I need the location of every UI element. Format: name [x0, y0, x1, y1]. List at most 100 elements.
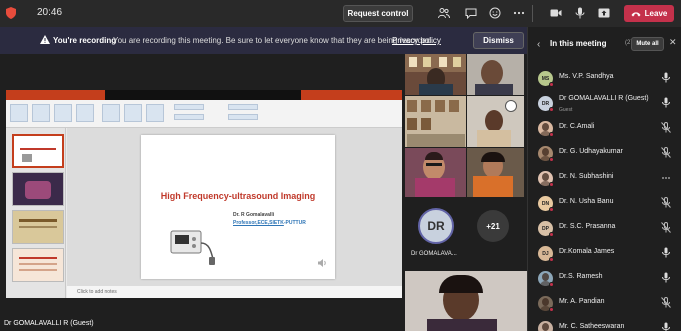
avatar-photo — [542, 273, 549, 281]
slide-thumbnail — [12, 248, 64, 282]
ribbon-button — [32, 104, 50, 122]
participant-row[interactable]: DP Dr. S.C. Prasanna — [528, 215, 681, 240]
participants-panel: ‹ In this meeting (27) Mute all ✕ MS Ms. … — [527, 27, 681, 331]
slide-editor: High Frequency-ultrasound Imaging Dr. R … — [67, 128, 402, 286]
video-tile-large[interactable] — [405, 271, 527, 331]
participant-row[interactable]: MS Ms. V.P. Sandhya — [528, 65, 681, 90]
panel-title: In this meeting — [550, 39, 607, 48]
video-tile[interactable] — [467, 96, 524, 147]
participant-name: Dr. S.C. Prasanna — [559, 223, 616, 230]
status-badge — [549, 107, 554, 112]
ribbon-button — [146, 104, 164, 122]
video-tile[interactable] — [405, 54, 466, 95]
participant-row[interactable]: Dr.S. Ramesh — [528, 265, 681, 290]
participant-name: Dr.Komala James — [559, 248, 615, 255]
avatar-photo — [542, 173, 549, 181]
leave-button[interactable]: Leave — [624, 5, 674, 22]
video-tile[interactable] — [467, 148, 524, 197]
ribbon-button — [54, 104, 72, 122]
share-icon[interactable] — [596, 5, 612, 21]
slide-affiliation-rest: -PUTTUR — [283, 220, 306, 226]
slide-title: High Frequency-ultrasound Imaging — [160, 191, 316, 201]
request-control-button[interactable]: Request control — [343, 5, 413, 22]
people-icon[interactable] — [436, 5, 452, 21]
recording-title: You're recording — [53, 36, 117, 45]
video-tile-dr[interactable]: DR Dr GOMALAVA... — [405, 198, 466, 270]
phone-hangup-icon — [631, 11, 641, 16]
shared-screen: High Frequency-ultrasound Imaging Dr. R … — [6, 90, 402, 298]
participant-name: Dr. N. Subhashini — [559, 173, 614, 180]
teams-meeting-window: 20:46 Request control Leave You're recor… — [0, 0, 681, 331]
mic-off-icon — [661, 122, 671, 133]
avatar-initials: DR — [541, 100, 550, 107]
powerpoint-ribbon — [6, 90, 402, 128]
dismiss-button[interactable]: Dismiss — [473, 32, 524, 49]
mic-icon — [662, 247, 670, 258]
recording-banner: You're recording You are recording this … — [0, 27, 527, 54]
slide-author: Dr. R Gomalavalli — [233, 212, 275, 218]
ribbon-button — [124, 104, 142, 122]
status-badge — [549, 132, 554, 137]
ribbon-checkbox — [228, 114, 258, 120]
status-badge — [549, 82, 554, 87]
ribbon-button — [76, 104, 94, 122]
chat-icon[interactable] — [463, 5, 479, 21]
more-icon — [662, 177, 670, 179]
overflow-tile[interactable]: +21 — [467, 198, 524, 270]
ultrasound-device-image — [170, 230, 215, 265]
participant-row[interactable]: Mr. C. Satheeswaran — [528, 315, 681, 331]
participant-row[interactable]: Dr. C.Amali — [528, 115, 681, 140]
avatar-photo — [542, 148, 549, 156]
slide-affiliation-underlined: Professor,ECE,SIETK — [233, 220, 284, 226]
participant-row[interactable]: DN Dr. N. Usha Banu — [528, 190, 681, 215]
slide-affiliation: Professor,ECE,SIETK-PUTTUR — [233, 220, 306, 226]
participant-row[interactable]: Dr. N. Subhashini — [528, 165, 681, 190]
react-icon[interactable] — [487, 5, 503, 21]
close-icon[interactable]: ✕ — [669, 37, 677, 48]
status-badge — [549, 207, 554, 212]
participant-row[interactable]: Dr. G. Udhayakumar — [528, 140, 681, 165]
participant-row[interactable]: DR Dr GOMALAVALLI R (Guest) Guest — [528, 90, 681, 115]
redacted-bar — [105, 90, 301, 100]
overflow-count: +21 — [486, 221, 500, 231]
avatar: DR — [418, 208, 454, 244]
more-icon[interactable] — [511, 5, 527, 21]
notes-pane[interactable]: Click to add notes — [67, 286, 402, 298]
ribbon-button — [102, 104, 120, 122]
chevron-left-icon[interactable]: ‹ — [537, 39, 540, 50]
avatar-initials: MS — [541, 75, 550, 82]
leave-label: Leave — [644, 9, 668, 18]
mute-all-button[interactable]: Mute all — [631, 37, 664, 51]
participant-row[interactable]: Mr. A. Pandian — [528, 290, 681, 315]
privacy-policy-link[interactable]: Privacy policy — [392, 36, 441, 45]
participant-name: Ms. V.P. Sandhya — [559, 73, 614, 80]
slide-thumbnails — [6, 128, 66, 298]
status-badge — [549, 307, 554, 312]
participant-name: Mr. C. Satheeswaran — [559, 323, 625, 330]
ribbon-checkbox — [174, 104, 204, 110]
shield-icon — [6, 7, 16, 19]
speaker-icon — [318, 259, 326, 267]
avatar-initials: DN — [541, 200, 550, 207]
ribbon-checkbox — [228, 104, 258, 110]
warning-icon — [40, 35, 50, 44]
avatar-initials: DR — [427, 219, 445, 233]
recording-text: You are recording this meeting. Be sure … — [113, 36, 434, 45]
video-tile[interactable] — [405, 148, 466, 197]
camera-icon[interactable] — [548, 5, 564, 21]
ribbon-checkbox — [174, 114, 204, 120]
video-tile[interactable] — [405, 96, 466, 147]
mic-icon[interactable] — [572, 5, 588, 21]
video-tile[interactable] — [467, 54, 524, 95]
ribbon-button — [10, 104, 28, 122]
participant-name: Dr GOMALAVALLI R (Guest) — [559, 95, 649, 102]
mic-icon — [662, 97, 670, 108]
mic-off-icon — [661, 147, 671, 158]
slide-thumbnail — [12, 134, 64, 168]
status-badge — [549, 157, 554, 162]
panel-header: ‹ In this meeting (27) Mute all ✕ — [528, 27, 681, 61]
participant-row[interactable]: DJ Dr.Komala James — [528, 240, 681, 265]
meeting-timer: 20:46 — [37, 7, 63, 18]
meeting-toolbar: 20:46 Request control Leave — [0, 0, 681, 27]
participant-name: Dr. N. Usha Banu — [559, 198, 614, 205]
